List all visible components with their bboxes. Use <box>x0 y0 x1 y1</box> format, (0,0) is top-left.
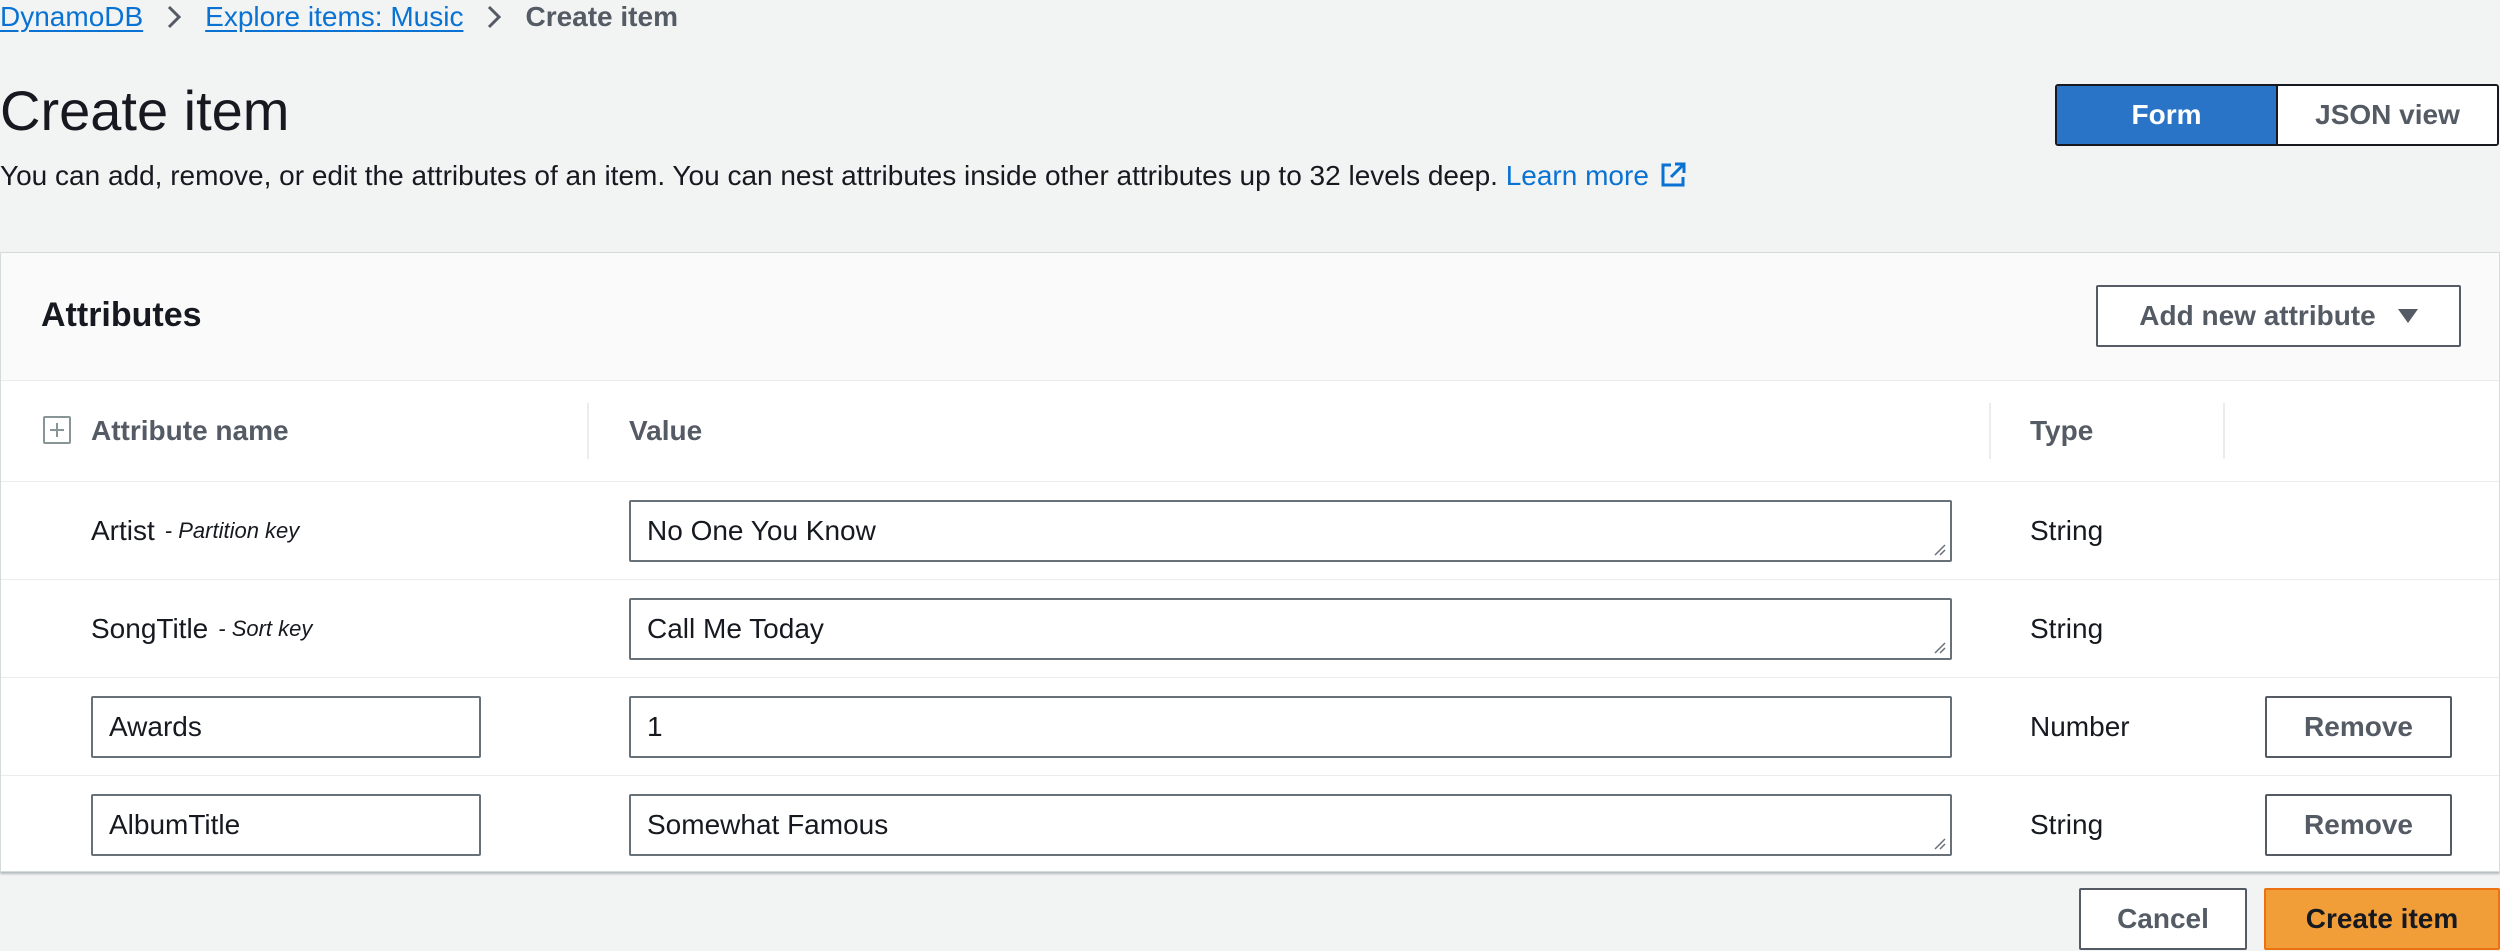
form-view-button[interactable]: Form <box>2057 86 2276 144</box>
learn-more-label: Learn more <box>1505 160 1649 191</box>
create-item-page: DynamoDB Explore items: Music Create ite… <box>0 0 2500 951</box>
table-row: Artist - Partition key No One You Know S… <box>1 482 2499 580</box>
caret-down-icon <box>2397 309 2418 323</box>
add-new-attribute-button[interactable]: Add new attribute <box>2096 285 2461 347</box>
attribute-type: Number <box>2030 710 2130 742</box>
value-text: Call Me Today <box>647 613 824 644</box>
external-link-icon <box>1661 162 1686 187</box>
table-row: AlbumTitle Somewhat Famous String Remove <box>1 776 2499 874</box>
remove-button-awards[interactable]: Remove <box>2265 696 2452 758</box>
table-row: SongTitle - Sort key Call Me Today Strin… <box>1 580 2499 678</box>
partition-key-label: - Partition key <box>164 517 300 543</box>
resize-handle-icon[interactable] <box>1932 640 1946 654</box>
attribute-type: String <box>2030 612 2104 644</box>
attributes-title: Attributes <box>41 296 202 334</box>
column-divider <box>2223 403 2225 459</box>
page-title: Create item <box>0 79 290 142</box>
attribute-name-text: SongTitle <box>91 612 209 644</box>
value-input-albumtitle[interactable]: Somewhat Famous <box>629 794 1952 856</box>
attribute-type: String <box>2030 514 2104 546</box>
value-input-artist[interactable]: No One You Know <box>629 500 1952 562</box>
page-description: You can add, remove, or edit the attribu… <box>0 158 1687 194</box>
value-text: No One You Know <box>647 515 876 546</box>
resize-handle-icon[interactable] <box>1932 542 1946 556</box>
breadcrumb-dynamodb[interactable]: DynamoDB <box>0 1 143 33</box>
value-text: Somewhat Famous <box>647 809 889 840</box>
breadcrumb-explore-items[interactable]: Explore items: Music <box>205 1 463 33</box>
learn-more-link[interactable]: Learn more <box>1506 160 1687 191</box>
chevron-right-icon <box>143 3 205 31</box>
attribute-name-input-albumtitle[interactable]: AlbumTitle <box>91 794 481 856</box>
attribute-name-input-awards[interactable]: Awards <box>91 696 481 758</box>
attribute-name-artist: Artist - Partition key <box>91 482 299 579</box>
json-view-button[interactable]: JSON view <box>2276 86 2497 144</box>
attributes-header: Attributes Add new attribute <box>1 253 2499 381</box>
breadcrumb: DynamoDB Explore items: Music Create ite… <box>0 0 678 34</box>
expand-all-icon[interactable] <box>43 416 71 444</box>
attributes-panel: Attributes Add new attribute Attribute n… <box>0 252 2500 872</box>
attribute-type: String <box>2030 808 2104 840</box>
column-header-type: Type <box>2030 415 2094 446</box>
attribute-name-text: Awards <box>109 711 202 742</box>
attribute-name-text: Artist <box>91 514 155 546</box>
value-input-songtitle[interactable]: Call Me Today <box>629 598 1952 660</box>
attribute-name-text: AlbumTitle <box>109 809 241 840</box>
view-toggle: Form JSON view <box>2055 84 2499 146</box>
description-text: You can add, remove, or edit the attribu… <box>0 160 1498 191</box>
remove-button-albumtitle[interactable]: Remove <box>2265 794 2452 856</box>
value-text: 1 <box>647 711 663 742</box>
column-header-value: Value <box>629 415 703 446</box>
value-input-awards[interactable]: 1 <box>629 696 1952 758</box>
column-divider <box>1989 403 1991 459</box>
column-header-attribute-name: Attribute name <box>91 415 289 446</box>
sort-key-label: - Sort key <box>218 615 313 641</box>
column-divider <box>587 403 589 459</box>
table-row: Awards 1 Number Remove <box>1 678 2499 776</box>
breadcrumb-current: Create item <box>525 1 678 32</box>
chevron-right-icon <box>463 3 525 31</box>
create-item-button[interactable]: Create item <box>2264 888 2500 950</box>
attribute-name-songtitle: SongTitle - Sort key <box>91 580 312 677</box>
attributes-table-header: Attribute name Value Type <box>1 381 2499 482</box>
resize-handle-icon[interactable] <box>1932 836 1946 850</box>
add-new-attribute-label: Add new attribute <box>2139 300 2376 331</box>
cancel-button[interactable]: Cancel <box>2079 888 2247 950</box>
